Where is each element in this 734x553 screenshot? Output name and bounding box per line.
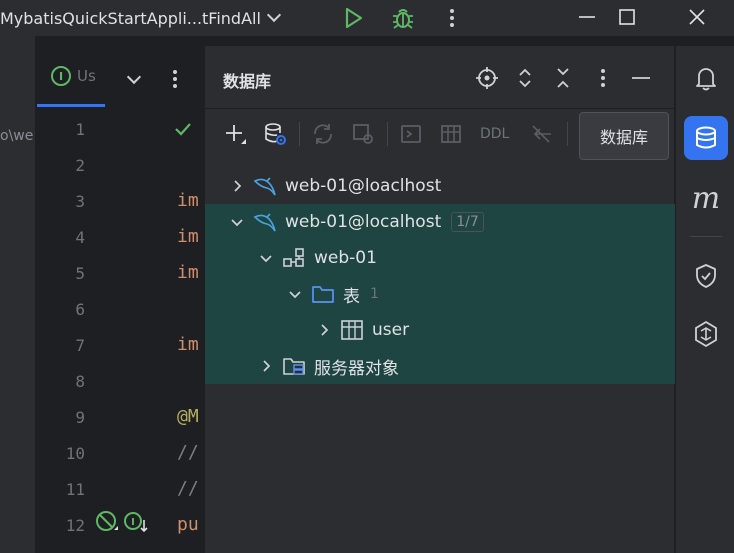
schema-icon: [282, 247, 306, 269]
tree-node-label: web-01@localhost: [285, 212, 442, 232]
mysql-icon: [253, 211, 277, 233]
line-number: 5: [75, 264, 85, 283]
hide-panel-icon[interactable]: [629, 66, 653, 90]
collapse-all-icon[interactable]: [551, 66, 575, 90]
editor-tab[interactable]: I Us: [51, 66, 96, 86]
tooltip: 数据库: [579, 112, 669, 160]
gutter-markers: I: [95, 510, 149, 534]
tree-node[interactable]: 服务器对象: [205, 348, 675, 384]
chevron-down-icon[interactable]: [229, 214, 245, 230]
mybatis-icon[interactable]: m: [684, 176, 728, 220]
debug-icon[interactable]: [390, 5, 416, 31]
code-line: @M: [177, 406, 199, 427]
more-vertical-icon[interactable]: [442, 6, 462, 30]
implementation-icon[interactable]: I: [123, 510, 149, 534]
table-icon: [340, 319, 364, 341]
more-vertical-icon[interactable]: [591, 66, 615, 90]
tree-node[interactable]: 表1: [205, 276, 675, 312]
security-icon[interactable]: [684, 254, 728, 298]
table-view-icon[interactable]: [439, 122, 463, 146]
database-icon[interactable]: [684, 116, 728, 160]
chevron-right-icon[interactable]: [316, 322, 332, 338]
chevron-down-icon[interactable]: [126, 69, 142, 85]
toolbar-separator: [567, 122, 568, 146]
project-path: o\we: [0, 128, 34, 144]
line-number: 9: [75, 408, 85, 427]
chevron-down-icon[interactable]: [258, 250, 274, 266]
header-divider: [205, 108, 675, 109]
line-number: 3: [75, 192, 85, 211]
line-number: 8: [75, 372, 85, 391]
line-number: 12: [65, 516, 85, 535]
code-line: pu: [177, 514, 199, 535]
strip-divider: [690, 236, 722, 237]
refresh-icon[interactable]: [311, 122, 335, 146]
run-config-selector[interactable]: MybatisQuickStartAppli...tFindAll: [0, 6, 281, 30]
chevron-right-icon[interactable]: [258, 358, 274, 374]
ddl-button[interactable]: DDL: [480, 126, 509, 142]
line-number: 10: [65, 444, 85, 463]
chevron-right-icon[interactable]: [229, 178, 245, 194]
check-icon: [175, 123, 191, 136]
project-panel-strip: o\we: [0, 36, 36, 553]
tree-node[interactable]: web-01: [205, 240, 675, 276]
item-count: 1: [370, 286, 379, 302]
tree-node-label: web-01: [314, 248, 377, 268]
right-tool-strip: m: [675, 46, 734, 553]
svg-text:I: I: [131, 517, 135, 528]
tree-node[interactable]: user: [205, 312, 675, 348]
line-number: 2: [75, 156, 85, 175]
editor-tab-label: Us: [77, 67, 96, 85]
close-window-icon[interactable]: [686, 6, 708, 28]
mybatis-letter: m: [691, 180, 721, 216]
maximize-window-icon[interactable]: [616, 6, 638, 28]
query-console-icon[interactable]: [399, 122, 423, 146]
active-tab-indicator: [37, 104, 105, 107]
line-number: 7: [75, 336, 85, 355]
more-vertical-icon[interactable]: [165, 68, 185, 90]
code-line: im: [177, 190, 199, 211]
code-line: im: [177, 262, 199, 283]
disabled-icon[interactable]: [95, 510, 119, 534]
tree-node-label: 服务器对象: [314, 358, 399, 379]
tree-node-label: user: [372, 320, 410, 340]
chevron-down-icon: [266, 7, 281, 23]
title-bar: MybatisQuickStartAppli...tFindAll: [0, 0, 734, 36]
tree-node[interactable]: web-01@loaclhost: [205, 168, 675, 204]
data-source-properties-icon[interactable]: [263, 122, 287, 146]
chevron-down-icon[interactable]: [287, 286, 303, 302]
tree-node-label: web-01@loaclhost: [285, 176, 442, 196]
server-objects-icon: [282, 355, 306, 377]
code-line: //: [177, 442, 199, 463]
schema-sync-icon[interactable]: [351, 122, 375, 146]
add-icon[interactable]: [223, 122, 247, 146]
code-editor[interactable]: I Us 1 2 3 4 5 6 7 8 9 10 11 12 im im im im @M////pu I: [37, 36, 203, 553]
ai-assistant-icon[interactable]: [684, 312, 728, 356]
mysql-icon: [253, 175, 277, 197]
schema-count-badge[interactable]: 1/7: [451, 212, 484, 232]
run-config-label: MybatisQuickStartAppli...tFindAll: [0, 8, 261, 28]
line-number: 11: [65, 480, 85, 499]
line-number: 1: [75, 120, 85, 139]
expand-all-icon[interactable]: [513, 66, 537, 90]
minimize-window-icon[interactable]: [576, 6, 598, 28]
code-line: im: [177, 226, 199, 247]
panel-title: 数据库: [223, 72, 272, 91]
toolbar-separator: [299, 122, 300, 146]
database-panel: 数据库 DDL 数据库 web-01@loaclhost web-01@loca…: [204, 46, 675, 553]
toolbar-separator: [387, 122, 388, 146]
line-number: 4: [75, 228, 85, 247]
run-icon[interactable]: [340, 5, 366, 31]
jump-to-source-icon[interactable]: [529, 122, 553, 146]
folder-icon: [311, 283, 335, 305]
notifications-icon[interactable]: [684, 56, 728, 100]
code-line: im: [177, 334, 199, 355]
interface-icon: I: [51, 66, 71, 86]
tree-node-label: 表: [343, 286, 360, 307]
code-line: //: [177, 478, 199, 499]
locate-icon[interactable]: [475, 66, 499, 90]
tree-node[interactable]: web-01@localhost 1/7: [205, 204, 675, 240]
line-number: 6: [75, 300, 85, 319]
editor-tab-bar: I Us: [37, 36, 203, 108]
